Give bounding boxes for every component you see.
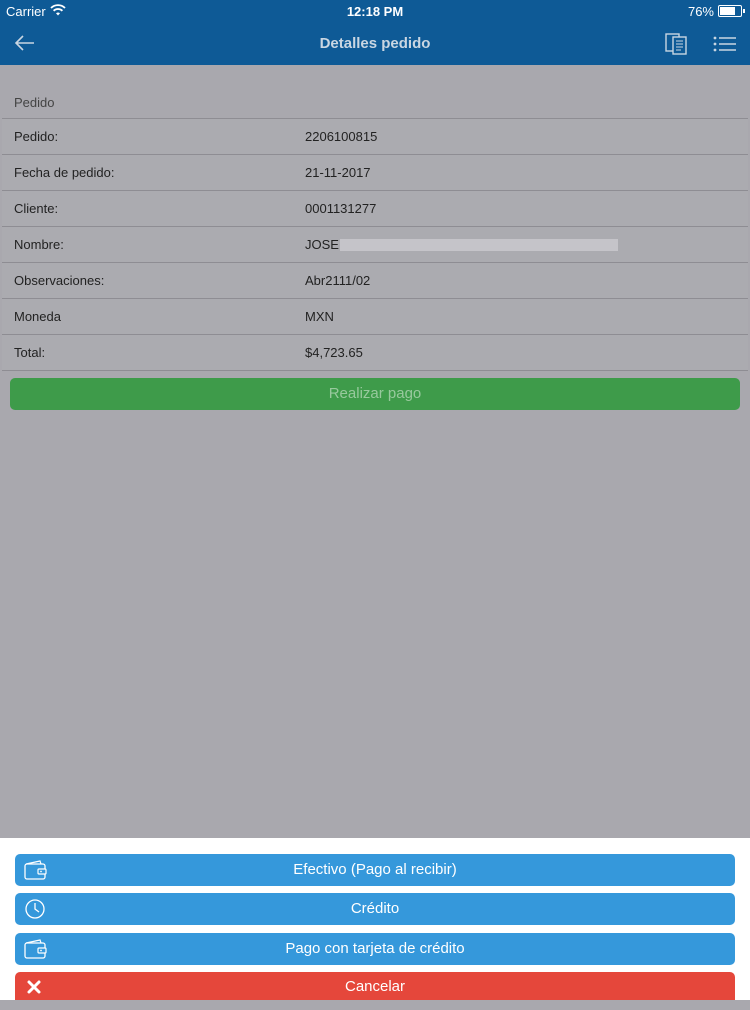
list-menu-icon[interactable] [712,31,738,57]
credit-payment-button[interactable]: Crédito [15,893,735,925]
detail-label: Nombre: [14,237,64,252]
detail-value: JOSE [305,237,339,252]
close-icon [23,977,49,999]
detail-row-moneda: Moneda MXN [2,298,748,334]
payment-action-sheet: Efectivo (Pago al recibir) Crédito Pago … [0,838,750,1000]
cancel-button[interactable]: Cancelar [15,972,735,1000]
battery-icon [718,5,745,17]
detail-row-pedido: Pedido: 2206100815 [2,118,748,154]
navigation-bar: Detalles pedido [0,22,750,65]
order-details-table: Pedido: 2206100815 Fecha de pedido: 21-1… [0,118,750,371]
detail-value: 21-11-2017 [305,165,371,180]
battery-percentage: 76% [687,4,714,19]
detail-value: Abr2111/02 [305,273,371,288]
redacted-name-bar [340,239,618,251]
detail-label: Moneda [14,309,61,324]
section-title: Pedido [14,95,55,110]
detail-value: MXN [305,309,334,324]
detail-row-nombre: Nombre: JOSE [2,226,748,262]
detail-row-observaciones: Observaciones: Abr2111/02 [2,262,748,298]
clock: 12:18 PM [346,4,404,19]
detail-label: Pedido: [14,129,59,144]
card-payment-button[interactable]: Pago con tarjeta de crédito [15,933,735,965]
credit-payment-label: Crédito [350,900,400,917]
status-bar: Carrier 12:18 PM 76% [0,0,750,22]
detail-value: 0001131277 [305,201,377,216]
page-title: Detalles pedido [319,35,431,52]
cancel-label: Cancelar [344,978,406,995]
cash-payment-button[interactable]: Efectivo (Pago al recibir) [15,854,735,886]
detail-row-fecha: Fecha de pedido: 21-11-2017 [2,154,748,190]
detail-row-cliente: Cliente: 0001131277 [2,190,748,226]
cash-payment-label: Efectivo (Pago al recibir) [293,861,457,878]
documents-icon[interactable] [664,31,690,57]
wallet-icon [23,859,49,881]
detail-value: 2206100815 [305,129,378,144]
realizar-pago-button[interactable]: Realizar pago [10,378,740,410]
clock-icon [23,898,49,920]
detail-label: Total: [14,345,46,360]
detail-label: Cliente: [14,201,59,216]
detail-row-total: Total: $4,723.65 [2,334,748,371]
detail-label: Observaciones: [14,273,105,288]
wallet-icon [23,938,49,960]
card-payment-label: Pago con tarjeta de crédito [285,940,465,957]
detail-label: Fecha de pedido: [14,165,115,180]
detail-value: $4,723.65 [305,345,363,360]
